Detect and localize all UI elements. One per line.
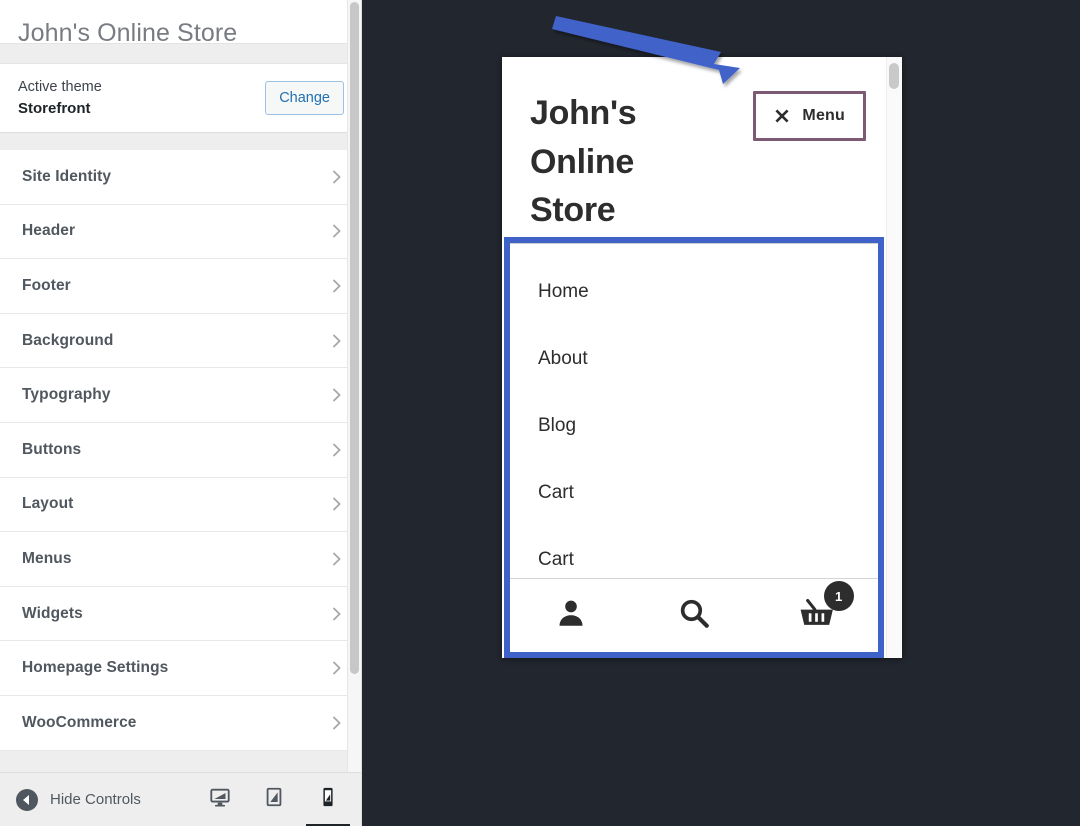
hide-controls-label: Hide Controls bbox=[50, 791, 141, 808]
chevron-right-icon bbox=[330, 661, 344, 675]
sidebar-item-homepage-settings[interactable]: Homepage Settings bbox=[0, 641, 361, 696]
chevron-right-icon bbox=[330, 497, 344, 511]
sidebar-item-label: Typography bbox=[22, 386, 111, 404]
chevron-right-icon bbox=[330, 170, 344, 184]
search-button[interactable] bbox=[633, 596, 756, 635]
page-title: John's Online Store bbox=[18, 19, 238, 47]
cart-button[interactable]: 1 bbox=[755, 581, 878, 635]
chevron-right-icon bbox=[330, 607, 344, 621]
device-button-desktop[interactable] bbox=[204, 784, 236, 816]
nav-item-cart[interactable]: Cart bbox=[510, 459, 878, 526]
close-x-icon bbox=[774, 108, 790, 124]
storefront-header: John's Online Store Menu bbox=[502, 57, 886, 240]
chevron-right-icon bbox=[330, 443, 344, 457]
nav-item-home[interactable]: Home bbox=[510, 258, 878, 325]
device-preview-buttons bbox=[204, 784, 361, 826]
sidebar-item-typography[interactable]: Typography bbox=[0, 368, 361, 423]
hide-controls-button[interactable]: Hide Controls bbox=[0, 788, 141, 811]
sidebar-item-layout[interactable]: Layout bbox=[0, 477, 361, 533]
tablet-icon bbox=[263, 786, 285, 813]
sidebar-item-header[interactable]: Header bbox=[0, 204, 361, 260]
sidebar-item-label: Menus bbox=[22, 549, 72, 567]
sidebar-item-label: Layout bbox=[22, 495, 74, 513]
sidebar-scrollbar-thumb[interactable] bbox=[350, 2, 359, 674]
sidebar-item-buttons[interactable]: Buttons bbox=[0, 422, 361, 478]
active-theme-label: Active theme bbox=[18, 78, 102, 95]
sidebar-scrollbar-track[interactable] bbox=[347, 0, 361, 772]
sidebar-item-background[interactable]: Background bbox=[0, 313, 361, 369]
sidebar-item-label: WooCommerce bbox=[22, 713, 137, 731]
sidebar-item-label: Buttons bbox=[22, 440, 82, 458]
sidebar-item-footer[interactable]: Footer bbox=[0, 259, 361, 314]
sidebar-item-label: Background bbox=[22, 331, 114, 349]
preview-area: John's Online Store Menu Home About Blog Ca… bbox=[363, 0, 1080, 826]
chevron-right-icon bbox=[330, 334, 344, 348]
chevron-right-icon bbox=[330, 279, 344, 293]
sidebar-item-menus[interactable]: Menus bbox=[0, 532, 361, 587]
sidebar-divider-2 bbox=[0, 133, 361, 150]
desktop-icon bbox=[209, 786, 231, 813]
active-theme-block: Active theme Storefront Change bbox=[0, 63, 361, 133]
active-theme-name: Storefront bbox=[18, 99, 91, 117]
collapse-left-icon bbox=[16, 788, 38, 811]
menu-toggle-label: Menu bbox=[802, 107, 845, 124]
sidebar-item-label: Footer bbox=[22, 276, 71, 294]
chevron-right-icon bbox=[330, 716, 344, 730]
active-theme-text: Active theme Storefront bbox=[18, 77, 102, 120]
cart-icon-wrapper: 1 bbox=[797, 581, 854, 635]
mobile-menu-panel: Home About Blog Cart Cart 1 bbox=[510, 243, 878, 652]
sidebar-item-widgets[interactable]: Widgets bbox=[0, 586, 361, 642]
customizer-panel-list: Site Identity Header Footer Background Typog… bbox=[0, 150, 361, 751]
sidebar-scroll-region: John's Online Store Active theme Storefr… bbox=[0, 0, 361, 772]
site-title-block: John's Online Store bbox=[0, 0, 361, 47]
mobile-menu-highlight: Home About Blog Cart Cart 1 bbox=[504, 237, 884, 658]
mobile-preview-frame: John's Online Store Menu Home About Blog Ca… bbox=[502, 57, 902, 658]
device-button-tablet[interactable] bbox=[258, 784, 290, 816]
search-icon bbox=[677, 596, 711, 635]
store-name: John's Online Store bbox=[530, 94, 637, 230]
sidebar-item-label: Widgets bbox=[22, 604, 83, 622]
customizer-sidebar: John's Online Store Active theme Storefr… bbox=[0, 0, 362, 826]
menu-toggle-button[interactable]: Menu bbox=[753, 91, 866, 141]
chevron-right-icon bbox=[330, 552, 344, 566]
mobile-icon bbox=[317, 786, 339, 813]
mobile-nav-list: Home About Blog Cart Cart bbox=[510, 244, 878, 593]
chevron-right-icon bbox=[330, 388, 344, 402]
account-button[interactable] bbox=[510, 596, 633, 635]
sidebar-item-label: Site Identity bbox=[22, 167, 112, 185]
nav-item-blog[interactable]: Blog bbox=[510, 392, 878, 459]
sidebar-footer: Hide Controls bbox=[0, 772, 361, 826]
chevron-right-icon bbox=[330, 224, 344, 238]
nav-item-about[interactable]: About bbox=[510, 325, 878, 392]
mobile-nav-toolbar: 1 bbox=[510, 578, 878, 652]
device-button-mobile[interactable] bbox=[306, 784, 350, 826]
sidebar-item-label: Homepage Settings bbox=[22, 659, 169, 677]
mobile-preview-viewport: John's Online Store Menu Home About Blog Ca… bbox=[502, 57, 886, 658]
customizer-screen: John's Online Store Active theme Storefr… bbox=[0, 0, 1080, 826]
sidebar-item-label: Header bbox=[22, 222, 76, 240]
cart-count-badge: 1 bbox=[823, 581, 854, 611]
preview-scrollbar-track[interactable] bbox=[886, 57, 902, 658]
basket-icon bbox=[797, 598, 837, 634]
change-theme-button[interactable]: Change bbox=[265, 80, 344, 116]
preview-scrollbar-thumb[interactable] bbox=[889, 63, 899, 89]
sidebar-item-site-identity[interactable]: Site Identity bbox=[0, 150, 361, 205]
sidebar-item-woocommerce[interactable]: WooCommerce bbox=[0, 695, 361, 751]
person-icon bbox=[554, 596, 588, 635]
